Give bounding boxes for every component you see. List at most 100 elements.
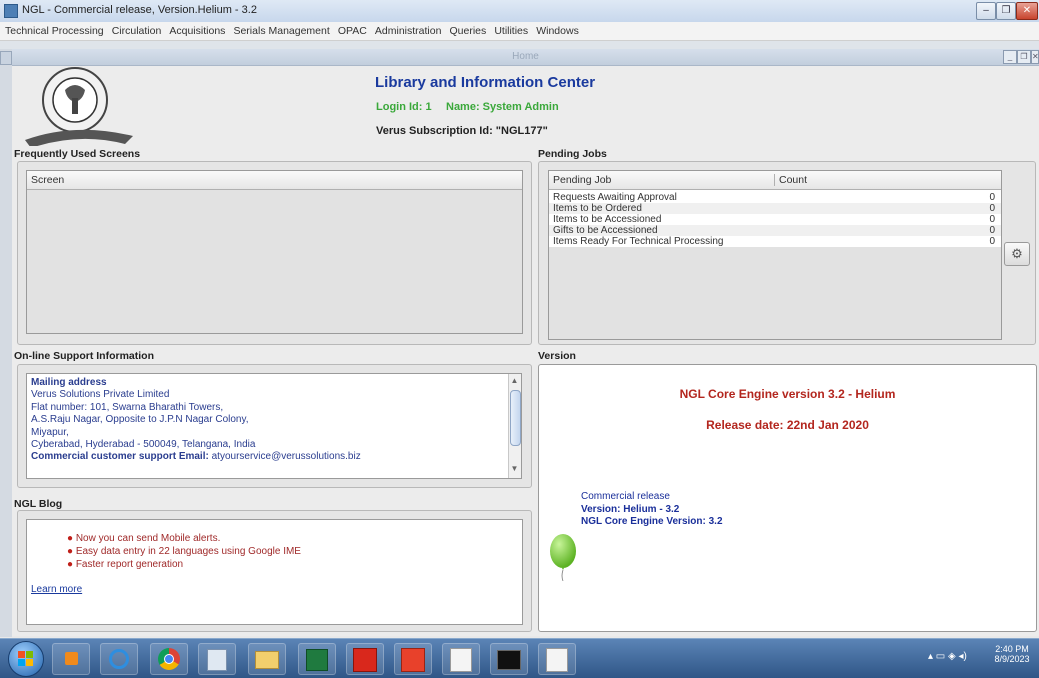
pending-jobs-body: Requests Awaiting Approval 0 Items to be… — [549, 190, 1001, 247]
window-title-bar: NGL - Commercial release, Version.Helium… — [0, 0, 1039, 23]
institution-logo — [20, 64, 142, 148]
count-column-header[interactable]: Count — [774, 174, 807, 186]
pending-job-count: 0 — [989, 214, 995, 225]
address-line: Miyapur, — [31, 426, 69, 438]
blog-title: NGL Blog — [14, 498, 63, 510]
menu-technical-processing[interactable]: Technical Processing — [5, 22, 104, 40]
taskbar-notes-icon[interactable] — [198, 643, 236, 675]
taskbar-java-icon[interactable] — [442, 643, 480, 675]
maximize-button[interactable]: ❐ — [996, 2, 1016, 20]
blog-item: ● Faster report generation — [67, 559, 184, 570]
menu-utilities[interactable]: Utilities — [494, 22, 528, 40]
support-panel: Mailing address Verus Solutions Private … — [17, 364, 532, 488]
tray-icons[interactable]: ▴ ▭ ◈ ◂) — [928, 651, 967, 662]
clock[interactable]: 2:40 PM 8/9/2023 — [992, 644, 1032, 664]
screen-column-header[interactable]: Screen — [27, 171, 522, 190]
user-name: Name: System Admin — [446, 101, 559, 113]
app-icon — [4, 4, 18, 18]
frame-menu-icon[interactable] — [0, 51, 12, 65]
engine-version: NGL Core Engine version 3.2 - Helium — [679, 387, 896, 401]
release-version: Version: Helium - 3.2 — [581, 503, 680, 515]
pending-job-name: Requests Awaiting Approval — [553, 192, 677, 203]
frequent-screens-title: Frequently Used Screens — [14, 148, 141, 160]
pending-jobs-header: Pending Job Count — [549, 171, 1001, 190]
taskbar-chrome-icon[interactable] — [150, 643, 188, 675]
minimize-button[interactable]: – — [976, 2, 996, 20]
table-row[interactable]: Items to be Accessioned 0 — [549, 214, 1001, 225]
desktop-margin — [0, 49, 12, 637]
balloon-icon — [549, 533, 577, 584]
clock-time: 2:40 PM — [995, 644, 1029, 654]
internal-frame-title-bar: Home _ ❐ ✕ — [12, 49, 1039, 66]
pending-job-count: 0 — [989, 203, 995, 214]
release-date: Release date: 22nd Jan 2020 — [706, 418, 869, 432]
menu-bar: Technical Processing Circulation Acquisi… — [0, 22, 1039, 41]
taskbar-excel-icon[interactable] — [298, 643, 336, 675]
table-row[interactable]: Items Ready For Technical Processing 0 — [549, 236, 1001, 247]
frequent-screens-table[interactable]: Screen — [26, 170, 523, 334]
pending-jobs-table[interactable]: Pending Job Count Requests Awaiting Appr… — [548, 170, 1002, 340]
support-title: On-line Support Information — [14, 350, 154, 362]
close-button[interactable]: ✕ — [1016, 2, 1038, 20]
internal-frame-title: Home — [512, 51, 539, 62]
scrollbar-thumb[interactable] — [510, 390, 521, 446]
menu-circulation[interactable]: Circulation — [112, 22, 162, 40]
menu-serials-management[interactable]: Serials Management — [233, 22, 329, 40]
subscription-id: Verus Subscription Id: "NGL177" — [376, 125, 548, 137]
pending-jobs-title: Pending Jobs — [538, 148, 607, 160]
pending-job-name: Items to be Accessioned — [553, 214, 662, 225]
blog-item: ● Easy data entry in 22 languages using … — [67, 546, 301, 557]
taskbar-folder-icon[interactable] — [248, 643, 286, 675]
refresh-gear-icon[interactable]: ⚙ — [1004, 242, 1030, 266]
pending-job-name: Items Ready For Technical Processing — [553, 236, 724, 247]
version-panel: NGL Core Engine version 3.2 - Helium Rel… — [538, 364, 1037, 632]
desktop-area — [0, 41, 1039, 49]
frame-minimize-icon[interactable]: _ — [1003, 50, 1017, 64]
taskbar-java-icon[interactable] — [538, 643, 576, 675]
start-button[interactable] — [8, 641, 44, 677]
menu-administration[interactable]: Administration — [375, 22, 442, 40]
scroll-down-icon[interactable]: ▼ — [510, 464, 519, 474]
address-line: Flat number: 101, Swarna Bharathi Towers… — [31, 401, 224, 413]
menu-acquisitions[interactable]: Acquisitions — [169, 22, 225, 40]
support-email-label: Commercial customer support Email: — [31, 451, 209, 463]
taskbar: ▴ ▭ ◈ ◂) 2:40 PM 8/9/2023 — [0, 638, 1039, 678]
support-text-area[interactable]: Mailing address Verus Solutions Private … — [26, 373, 522, 479]
table-row[interactable]: Items to be Ordered 0 — [549, 203, 1001, 214]
pending-jobs-panel: Pending Job Count Requests Awaiting Appr… — [538, 161, 1036, 345]
taskbar-internet-explorer-icon[interactable] — [100, 643, 138, 675]
support-scrollbar[interactable]: ▲ ▼ — [508, 374, 521, 478]
table-row[interactable]: Requests Awaiting Approval 0 — [549, 192, 1001, 203]
release-info: Commercial release Version: Helium - 3.2… — [581, 491, 723, 529]
learn-more-link[interactable]: Learn more — [31, 584, 82, 595]
blog-panel: ● Now you can send Mobile alerts. ● Easy… — [17, 510, 532, 632]
support-email-link[interactable]: atyourservice@verussolutions.biz — [212, 451, 361, 462]
menu-opac[interactable]: OPAC — [338, 22, 367, 40]
pending-job-column-header[interactable]: Pending Job — [553, 174, 611, 186]
version-title: Version — [538, 350, 576, 362]
address-line: A.S.Raju Nagar, Opposite to J.P.N Nagar … — [31, 414, 249, 426]
address-line: Verus Solutions Private Limited — [31, 389, 170, 401]
release-type: Commercial release — [581, 491, 670, 502]
scroll-up-icon[interactable]: ▲ — [510, 376, 519, 386]
pending-job-name: Items to be Ordered — [553, 203, 642, 214]
taskbar-media-player-icon[interactable] — [52, 643, 90, 675]
frame-close-icon[interactable]: ✕ — [1031, 50, 1039, 64]
organization-name: Library and Information Center — [375, 74, 596, 91]
taskbar-anydesk-icon[interactable] — [394, 643, 432, 675]
pending-job-count: 0 — [989, 192, 995, 203]
frame-restore-icon[interactable]: ❐ — [1017, 50, 1031, 64]
menu-queries[interactable]: Queries — [449, 22, 486, 40]
menu-windows[interactable]: Windows — [536, 22, 579, 40]
pending-job-count: 0 — [989, 236, 995, 247]
pending-job-name: Gifts to be Accessioned — [553, 225, 658, 236]
table-row[interactable]: Gifts to be Accessioned 0 — [549, 225, 1001, 236]
mailing-address-heading: Mailing address — [31, 377, 107, 388]
login-id: Login Id: 1 — [376, 101, 432, 113]
taskbar-pdf-icon[interactable] — [346, 643, 384, 675]
frequent-screens-panel: Screen — [17, 161, 532, 345]
blog-item: ● Now you can send Mobile alerts. — [67, 533, 221, 544]
address-line: Cyberabad, Hyderabad - 500049, Telangana… — [31, 439, 256, 451]
taskbar-terminal-icon[interactable] — [490, 643, 528, 675]
engine-version-info: NGL Core Engine Version: 3.2 — [581, 516, 723, 527]
